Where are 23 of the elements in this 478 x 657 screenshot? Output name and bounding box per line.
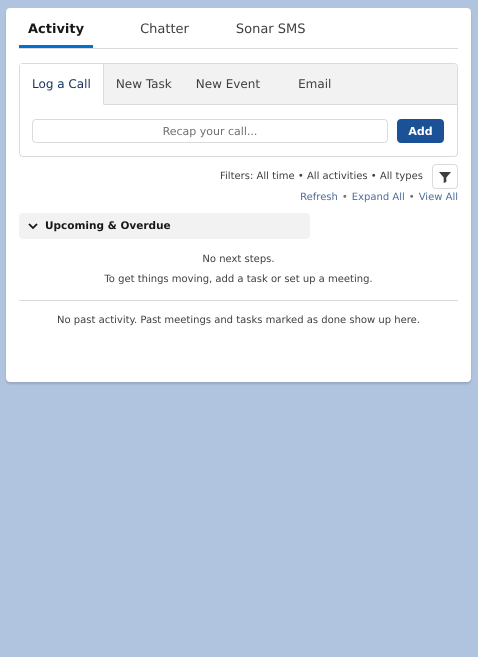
tab[interactable]: Log a Call xyxy=(20,64,104,105)
chevron-icon xyxy=(28,221,38,231)
filter-button[interactable] xyxy=(432,164,458,189)
tab[interactable]: Activity xyxy=(19,22,94,48)
empty-message: No next steps. xyxy=(201,253,276,267)
empty-message: To get things moving, add a task or set up a meeting. xyxy=(103,273,374,287)
add-button[interactable]: Add xyxy=(397,119,444,143)
filters-text: Filters: All time • All activities • All types xyxy=(220,171,423,182)
link[interactable]: View All xyxy=(418,192,458,203)
tab[interactable]: Chatter xyxy=(140,22,189,48)
tab[interactable]: New Event xyxy=(184,64,286,105)
tab[interactable]: Email xyxy=(286,64,344,105)
separator-dot: • xyxy=(342,192,348,203)
empty-message: No past activity. Past meetings and tasks marked as done show up here. xyxy=(56,315,421,326)
section-title: Upcoming & Overdue xyxy=(45,220,171,232)
tab[interactable]: Sonar SMS xyxy=(236,22,306,48)
link[interactable]: Refresh xyxy=(300,192,338,203)
separator-dot: • xyxy=(408,192,415,203)
filter-icon xyxy=(439,170,451,182)
link[interactable]: Expand All xyxy=(352,192,405,203)
input-field[interactable]: Recap your call... xyxy=(32,119,388,143)
section-header[interactable]: Upcoming & Overdue xyxy=(19,213,310,239)
tab[interactable]: New Task xyxy=(104,64,184,105)
